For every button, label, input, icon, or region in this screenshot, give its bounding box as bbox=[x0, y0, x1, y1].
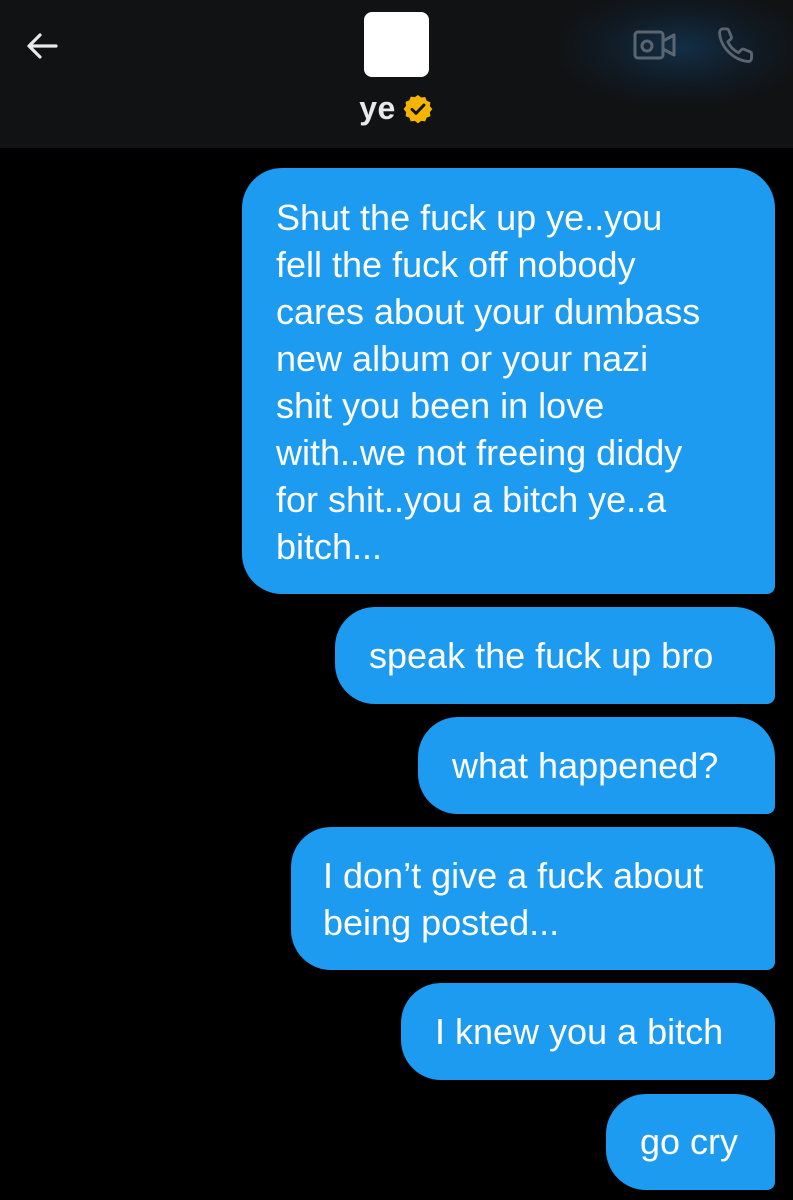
message-bubble-sent[interactable]: speak the fuck up bro bbox=[335, 607, 775, 704]
message-bubble-sent[interactable]: go cry bbox=[606, 1094, 775, 1190]
avatar[interactable] bbox=[364, 12, 429, 77]
message-bubble-sent[interactable]: Shut the fuck up ye..you fell the fuck o… bbox=[242, 168, 775, 594]
verified-badge-icon bbox=[402, 93, 434, 125]
message-bubble-sent[interactable]: I knew you a bitch bbox=[401, 983, 775, 1080]
arrow-left-icon bbox=[27, 33, 58, 59]
video-call-button[interactable] bbox=[630, 20, 680, 70]
voice-call-button[interactable] bbox=[711, 20, 761, 70]
contact-name-row[interactable]: ye bbox=[0, 90, 793, 127]
video-camera-icon bbox=[633, 30, 676, 60]
dm-conversation-screen: ye Shut the fuck up ye..you fell the fuc… bbox=[0, 0, 793, 1200]
back-button[interactable] bbox=[18, 22, 66, 70]
message-bubble-sent[interactable]: what happened? bbox=[418, 717, 775, 814]
message-bubble-sent[interactable]: I don’t give a fuck about being posted..… bbox=[291, 827, 775, 970]
contact-name: ye bbox=[359, 90, 396, 126]
phone-icon bbox=[718, 27, 753, 63]
conversation-header: ye bbox=[0, 0, 793, 148]
